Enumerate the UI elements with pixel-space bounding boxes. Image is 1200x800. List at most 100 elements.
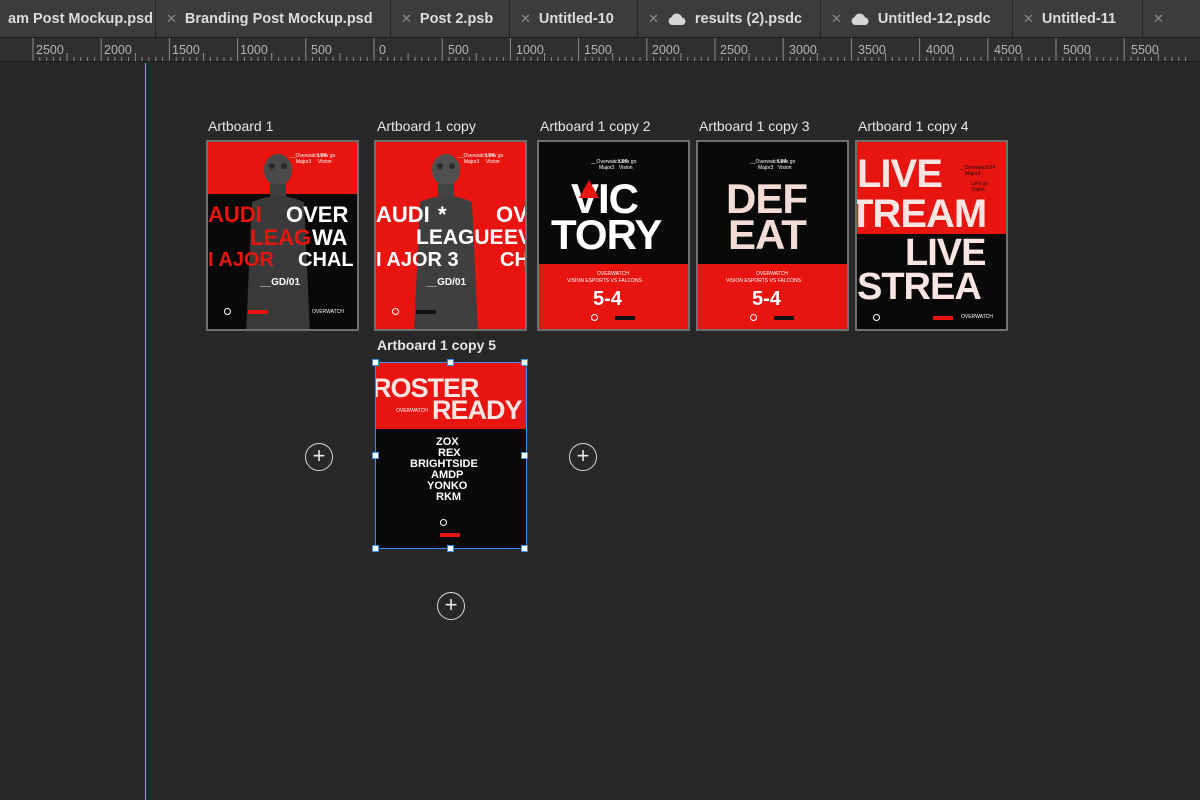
poster-code: __GD/01 <box>260 277 301 288</box>
poster-headline: AUDI <box>376 202 430 227</box>
triangle-icon <box>579 180 599 198</box>
ruler-label: 1000 <box>516 43 544 57</box>
tab-overflow[interactable]: ✕ <box>1143 0 1200 37</box>
poster-small-text: Major3 <box>599 165 615 171</box>
close-icon[interactable]: ✕ <box>520 11 531 27</box>
ruler-label: 1500 <box>584 43 612 57</box>
vertical-guide[interactable] <box>145 63 146 800</box>
ruler-label: 3000 <box>789 43 817 57</box>
tab-label: Untitled-10 <box>538 11 614 27</box>
poster-headline: AUDI <box>208 202 262 227</box>
photoshop-window: am Post Mockup.psd ✕ Branding Post Mocku… <box>0 0 1200 800</box>
poster-small-text: Vision <box>971 187 985 193</box>
ruler-label: 3500 <box>858 43 886 57</box>
tab-untitled-12[interactable]: ✕ Untitled-12.psdc <box>821 0 1013 37</box>
ruler-label: 1500 <box>172 43 200 57</box>
resize-handle-bottom-right[interactable] <box>521 545 528 552</box>
roster-name: RKM <box>436 491 462 503</box>
tab-untitled-11[interactable]: ✕ Untitled-11 <box>1013 0 1143 37</box>
cloud-icon <box>668 12 686 25</box>
resize-handle-top-left[interactable] <box>372 359 379 366</box>
artboard-1-copy-poster: AUDI LEAGUE I AJOR 3 * OV EV CH __GD/01 … <box>376 142 525 329</box>
artboard-label[interactable]: Artboard 1 copy 5 <box>377 337 496 353</box>
poster-headline: I AJOR <box>208 249 274 271</box>
poster-small-text: OVERWATCH <box>961 314 993 320</box>
artboard-label[interactable]: Artboard 1 copy <box>377 118 476 134</box>
ruler-label: 2500 <box>36 43 64 57</box>
logo-icon <box>873 314 880 321</box>
artboard-label[interactable]: Artboard 1 copy 3 <box>699 118 810 134</box>
artboard-label[interactable]: Artboard 1 copy 4 <box>858 118 969 134</box>
artboard-label[interactable]: Artboard 1 <box>208 118 273 134</box>
logo-icon <box>591 314 598 321</box>
artboard-label[interactable]: Artboard 1 copy 2 <box>540 118 651 134</box>
tab-label: Branding Post Mockup.psd <box>184 11 373 27</box>
add-artboard-right-plus-circle-icon[interactable]: + <box>569 443 597 471</box>
poster-small-text: Vision <box>778 165 792 171</box>
resize-handle-bottom[interactable] <box>447 545 454 552</box>
tab-label: Post 2.psb <box>419 11 494 27</box>
ruler-label: 2000 <box>104 43 132 57</box>
tab-label: Untitled-12.psdc <box>877 11 991 27</box>
poster-headline: LIVE <box>857 152 943 196</box>
ruler-label: 4000 <box>926 43 954 57</box>
poster-headline: WA <box>312 225 348 250</box>
artboard-1-copy[interactable]: AUDI LEAGUE I AJOR 3 * OV EV CH __GD/01 … <box>374 140 527 331</box>
tab-post-2[interactable]: ✕ Post 2.psb <box>391 0 510 37</box>
artboard-1-copy-3[interactable]: __Overwatch/24 Major3 Let's go Vision DE… <box>696 140 849 331</box>
poster-small-text: OVERWATCH <box>756 271 788 277</box>
artboard-1-copy-2[interactable]: __Overwatch/24 Major3 Let's go Vision VI… <box>537 140 690 331</box>
tab-label: Untitled-11 <box>1041 11 1117 27</box>
close-icon[interactable]: ✕ <box>401 11 412 27</box>
tab-post-mockup[interactable]: am Post Mockup.psd <box>0 0 156 37</box>
add-artboard-below-plus-circle-icon[interactable]: + <box>437 592 465 620</box>
ruler-label: 5500 <box>1131 43 1159 57</box>
poster-cta <box>933 316 953 320</box>
poster-headline: EAT <box>728 211 807 258</box>
close-icon[interactable]: ✕ <box>166 11 177 27</box>
poster-headline: TREAM <box>857 192 987 236</box>
resize-handle-top[interactable] <box>447 359 454 366</box>
logo-icon <box>750 314 757 321</box>
resize-handle-left[interactable] <box>372 452 379 459</box>
resize-handle-right[interactable] <box>521 452 528 459</box>
poster-score: 5-4 <box>593 288 622 310</box>
tab-untitled-10[interactable]: ✕ Untitled-10 <box>510 0 638 37</box>
add-artboard-left-plus-circle-icon[interactable]: + <box>305 443 333 471</box>
ruler-label: 2500 <box>720 43 748 57</box>
artboard-1[interactable]: AUDI LEAG I AJOR OVER WA CHAL __GD/01 __… <box>206 140 359 331</box>
poster-small-text: Major3 <box>296 159 312 165</box>
close-icon[interactable]: ✕ <box>648 11 659 27</box>
ruler-label: 500 <box>448 43 469 57</box>
tab-results-2[interactable]: ✕ results (2).psdc <box>638 0 821 37</box>
close-icon[interactable]: ✕ <box>1023 11 1034 27</box>
artboard-1-copy-2-poster: __Overwatch/24 Major3 Let's go Vision VI… <box>539 142 688 329</box>
artboard-1-copy-4-poster: LIVE TREAM LIVE STREA __Overwatch/24 Maj… <box>857 142 1006 329</box>
ruler-label: 2000 <box>652 43 680 57</box>
poster-headline: STREA <box>857 266 982 308</box>
ruler-label: 1000 <box>240 43 268 57</box>
poster-headline: READY <box>432 395 523 425</box>
ruler-label: 4500 <box>994 43 1022 57</box>
horizontal-ruler[interactable]: 2500 2000 1500 1000 500 0 500 1000 1500 … <box>0 38 1200 62</box>
close-icon[interactable]: ✕ <box>1153 11 1164 27</box>
artboard-1-copy-5[interactable]: ROSTER READY OVERWATCH ZOX REX BRIGHTSID… <box>375 362 527 549</box>
tab-label: am Post Mockup.psd <box>8 11 154 27</box>
poster-headline: TORY <box>551 211 662 258</box>
poster-score: 5-4 <box>752 288 781 310</box>
poster-cta <box>440 533 460 537</box>
poster-small-text: Major3 <box>758 165 774 171</box>
document-tab-bar: am Post Mockup.psd ✕ Branding Post Mocku… <box>0 0 1200 38</box>
close-icon[interactable]: ✕ <box>831 11 842 27</box>
tab-branding-post-mockup[interactable]: ✕ Branding Post Mockup.psd <box>156 0 391 37</box>
poster-cta <box>248 310 268 314</box>
poster-asterisk: * <box>438 202 447 227</box>
poster-headline: OV <box>496 202 525 227</box>
poster-headline: CH <box>500 249 525 271</box>
poster-small-text: Major3 <box>464 159 480 165</box>
resize-handle-bottom-left[interactable] <box>372 545 379 552</box>
artboard-1-copy-4[interactable]: LIVE TREAM LIVE STREA __Overwatch/24 Maj… <box>855 140 1008 331</box>
resize-handle-top-right[interactable] <box>521 359 528 366</box>
poster-small-text: VISION ESPORTS VS FALCONS <box>567 278 642 284</box>
artboard-1-copy-3-poster: __Overwatch/24 Major3 Let's go Vision DE… <box>698 142 847 329</box>
